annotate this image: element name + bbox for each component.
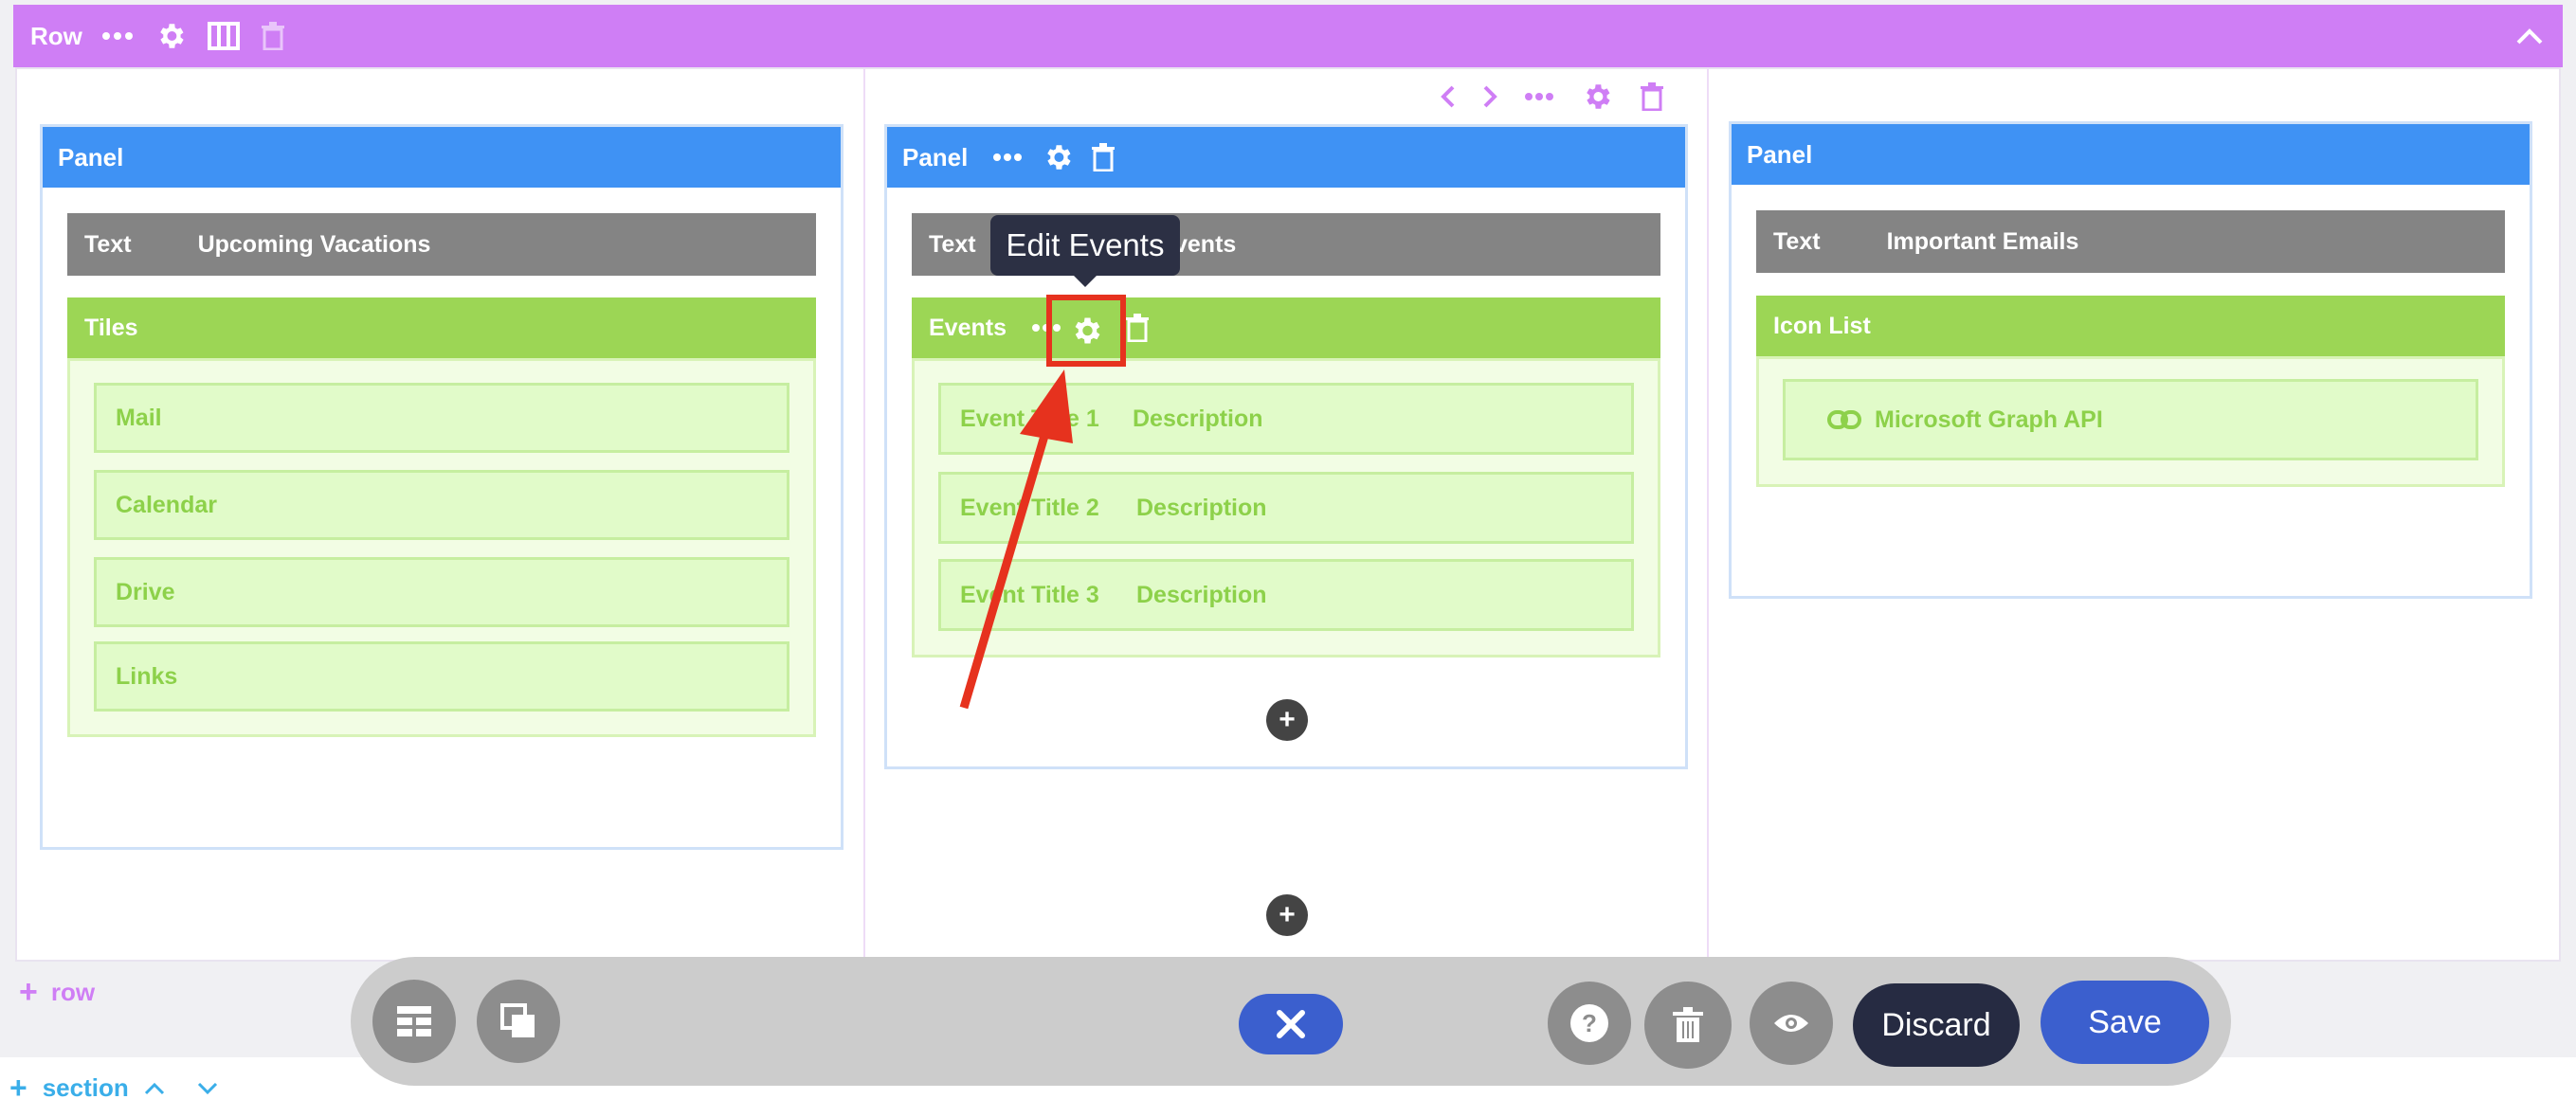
edit-events-tooltip: Edit Events [990,215,1180,276]
discard-label: Discard [1881,1006,1991,1043]
panel-header[interactable]: Panel [43,127,841,188]
tile-item[interactable]: Links [94,641,789,712]
column-divider [1707,67,1709,962]
column-toolbar [1441,80,1678,114]
add-panel-plus-icon[interactable]: + [1266,894,1308,936]
discard-button[interactable]: Discard [1853,983,2020,1067]
text-widget-type: Text [84,230,132,258]
text-widget-bar[interactable]: Text Upcoming Vacations [67,213,816,276]
gear-icon [1069,314,1103,348]
column-divider [863,67,865,962]
section-label: section [42,1073,129,1099]
chevron-up-icon[interactable] [144,1082,165,1095]
row-trash-icon[interactable] [261,22,285,50]
row-gear-icon[interactable] [154,20,187,52]
layers-icon [500,1003,536,1039]
chevron-left-icon[interactable] [1441,84,1456,109]
section-controls: + section [9,1071,218,1099]
tiles-widget-header[interactable]: Tiles [67,297,816,358]
row-more-dots-icon[interactable] [101,31,134,41]
row-label: Row [30,21,82,50]
tooltip-text: Edit Events [1006,227,1165,262]
svg-text:?: ? [1582,1009,1597,1037]
panel-header[interactable]: Panel [1732,124,2530,185]
tile-item-label: Links [116,662,178,690]
panel-gear-icon[interactable] [1042,141,1074,173]
plus-icon[interactable]: + [9,1071,27,1099]
trash-icon [1672,1007,1704,1043]
icon-list-item-label: Microsoft Graph API [1875,405,2103,433]
delete-button[interactable] [1644,982,1732,1069]
column-more-dots-icon[interactable] [1524,92,1554,101]
column-gear-icon[interactable] [1581,81,1613,113]
help-button[interactable]: ? [1548,982,1631,1065]
annotation-arrow [959,369,1073,710]
close-icon [1275,1008,1307,1040]
text-widget-value: vents [1174,230,1237,258]
events-widget-label: Events [929,314,1007,341]
text-widget-type: Text [1773,227,1821,255]
tooltip-tail [1074,276,1097,287]
add-row-button[interactable]: + row [19,974,95,1011]
link-icon [1827,409,1861,430]
add-row-label: row [50,978,96,1006]
layout-button[interactable] [372,980,456,1063]
text-widget-value: Important Emails [1886,227,2079,255]
save-label: Save [2088,1003,2162,1040]
chevron-down-icon[interactable] [197,1082,218,1095]
plus-icon: + [19,974,38,1010]
panel-more-dots-icon[interactable] [992,153,1023,162]
row-collapse-chevron-up-icon[interactable] [2515,27,2544,45]
eye-icon [1772,1011,1810,1036]
chevron-right-icon[interactable] [1482,84,1497,109]
row-toolbar: Row [13,5,2563,67]
panel-header[interactable]: Panel [887,127,1685,188]
tile-item-label: Drive [116,578,175,605]
panel-label: Panel [58,142,124,171]
tile-item[interactable]: Mail [94,383,789,453]
preview-button[interactable] [1750,982,1833,1065]
save-button[interactable]: Save [2041,981,2209,1064]
tile-item[interactable]: Calendar [94,470,789,540]
icon-list-item[interactable]: Microsoft Graph API [1783,379,2478,460]
layers-button[interactable] [477,980,560,1063]
tile-item[interactable]: Drive [94,557,789,627]
tile-item-label: Mail [116,404,162,431]
icon-list-widget-label: Icon List [1773,312,1871,339]
add-widget-plus-icon[interactable]: + [1266,699,1308,741]
events-trash-icon[interactable] [1125,314,1150,342]
text-widget-value: Upcoming Vacations [197,230,431,258]
close-button[interactable] [1239,994,1343,1054]
tile-item-label: Calendar [116,491,217,518]
event-description: Description [1136,581,1267,608]
row-columns-icon[interactable] [207,22,240,50]
icon-list-widget-header[interactable]: Icon List [1756,296,2505,356]
help-icon: ? [1569,1002,1610,1044]
events-gear-button[interactable] [1046,295,1126,367]
text-widget-type: Text [929,230,976,258]
panel-label: Panel [902,142,969,171]
tiles-widget-label: Tiles [84,314,138,341]
column-trash-icon[interactable] [1640,82,1664,111]
events-widget-header[interactable]: Events [912,297,1660,358]
event-description: Description [1136,494,1267,521]
event-description: Description [1133,405,1263,432]
text-widget-bar[interactable]: Text Important Emails [1756,210,2505,273]
panel-trash-icon[interactable] [1091,143,1116,171]
layout-icon [395,1004,433,1038]
panel-label: Panel [1747,139,1813,169]
